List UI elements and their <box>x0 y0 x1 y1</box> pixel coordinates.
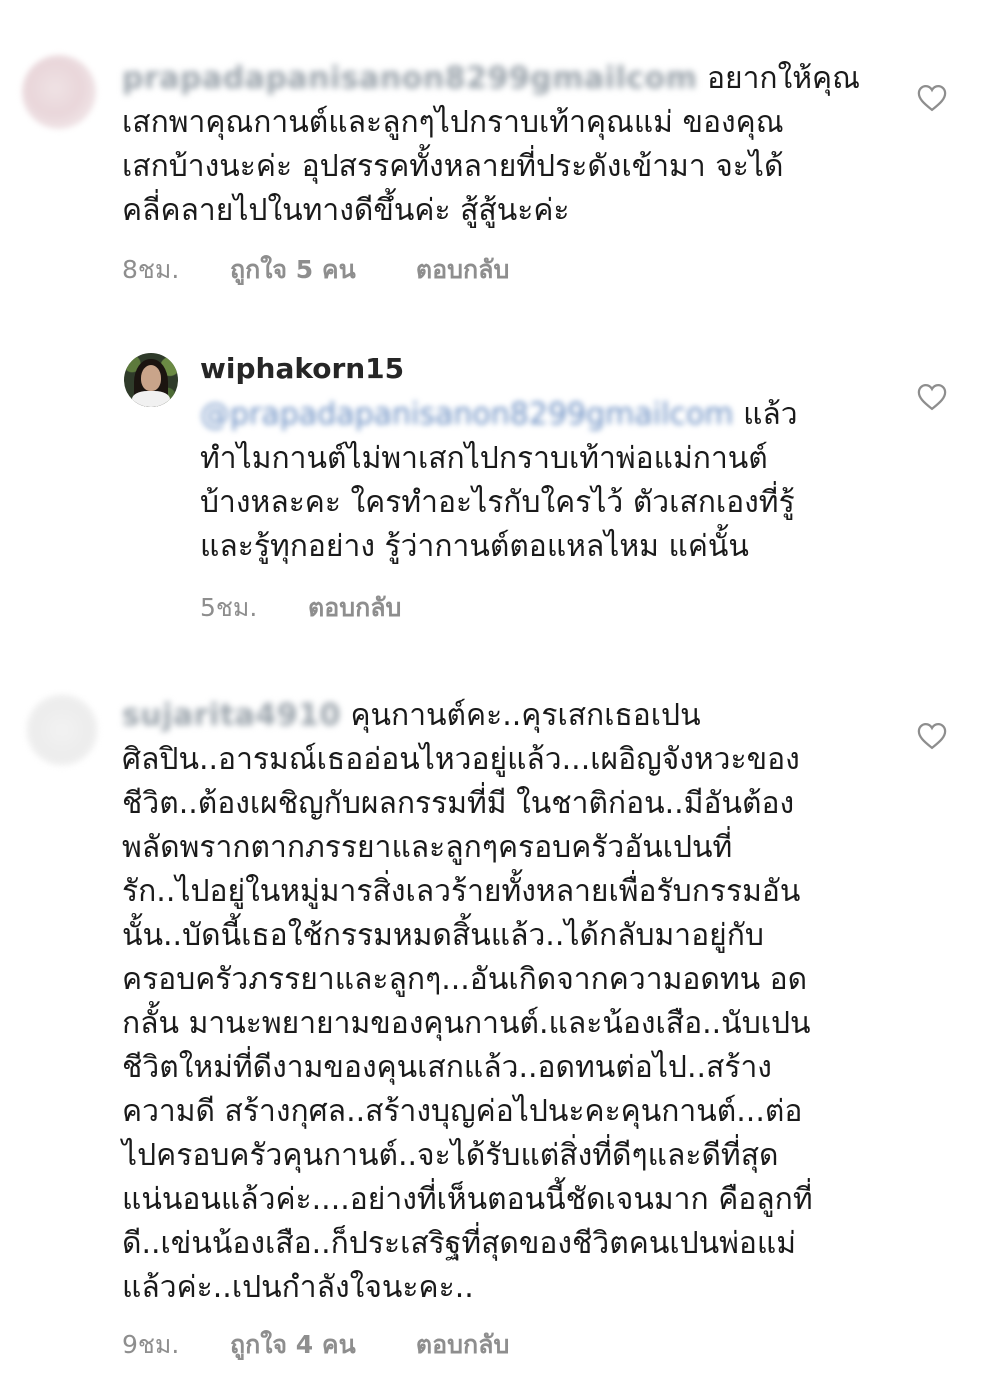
comment-line: ความดี สร้างกุศล..สร้างบุญค่อไปนะคะคุนกา… <box>122 1094 803 1129</box>
avatar[interactable] <box>26 694 98 766</box>
comment-line: อยากให้คุณ <box>706 61 860 96</box>
comment-meta: 5ชม. ตอบกลับ <box>200 588 401 628</box>
comment-line: เสกพาคุณกานต์และลูกๆไปกราบเท้าคุณแม่ ของ… <box>122 105 784 140</box>
comment-text: prapadapanisanon8299gmailcom อยากให้คุณ … <box>122 57 860 233</box>
comment-line: แล้ว <box>743 397 798 432</box>
comment-meta: 8ชม. ถูกใจ 5 คน ตอบกลับ <box>122 250 509 290</box>
heart-outline-icon[interactable] <box>917 383 947 411</box>
heart-outline-icon[interactable] <box>917 722 947 750</box>
heart-outline-icon[interactable] <box>917 84 947 112</box>
like-count[interactable]: ถูกใจ 4 คน <box>230 1325 408 1365</box>
comment-meta: 9ชม. ถูกใจ 4 คน ตอบกลับ <box>122 1325 509 1365</box>
comment-line: ทำไมกานต์ไม่พาเสกไปกราบเท้าพ่อแม่กานต์ <box>200 441 768 476</box>
comment-time: 5ชม. <box>200 593 258 622</box>
comment-line: ชีวิตใหม่ที่ดีงามของคุนเสกแล้ว..อดทนต่อไ… <box>122 1050 772 1085</box>
comment-line: ครอบครัวภรรยาและลูกๆ...อันเกิดจากความอดท… <box>122 962 808 997</box>
comment-line: คุนกานต์คะ..คุรเสกเธอเปน <box>350 698 701 733</box>
comment-line: ศิลปิน..อารมณ์เธออ่อนไหวอยู่แล้ว...เผอิญ… <box>122 742 800 777</box>
username[interactable]: wiphakorn15 <box>200 352 404 385</box>
comment-line: ดี..เข่นน้องเสือ..ก็ประเสริฐที่สุดของชีว… <box>122 1226 797 1261</box>
comment-line: กลั้น มานะพยายามของคุนกานต์.และน้องเสือ.… <box>122 1006 811 1041</box>
comment-line: แน่นอนแล้วค่ะ....อย่างที่เห็นตอนนี้ชัดเจ… <box>122 1182 813 1217</box>
comment-time: 9ชม. <box>122 1330 180 1359</box>
comment-line: และรู้ทุกอย่าง รู้ว่ากานต์ตอแหลไหม แค่นั… <box>200 529 749 564</box>
comment-line: เสกบ้างนะค่ะ อุปสรรคทั้งหลายที่ประดังเข้… <box>122 149 784 184</box>
like-count[interactable]: ถูกใจ 5 คน <box>230 250 408 290</box>
comment-line: ไปครอบครัวคุนกานต์..จะได้รับแต่สิ่งที่ดี… <box>122 1138 779 1173</box>
comment-text: @prapadapanisanon8299gmailcom แล้ว ทำไมก… <box>200 393 798 569</box>
comment-line: พลัดพรากตากภรรยาและลูกๆครอบครัวอันเปนที่ <box>122 830 733 865</box>
reply-button[interactable]: ตอบกลับ <box>416 1325 509 1365</box>
comment-line: บ้างหละคะ ใครทำอะไรกับใครไว้ ตัวเสกเองที… <box>200 485 795 520</box>
mention-link[interactable]: @prapadapanisanon8299gmailcom <box>200 397 734 432</box>
comment-line: คลี่คลายไปในทางดีขึ้นค่ะ สู้สู้นะค่ะ <box>122 193 570 228</box>
avatar[interactable] <box>124 353 178 407</box>
comment-line: นั้น..บัดนี้เธอใช้กรรมหมดสิ้นแล้ว..ได้กล… <box>122 918 764 953</box>
comment-line: รัก..ไปอยู่ในหมู่มารสิ่งเลวร้ายทั้งหลายเ… <box>122 874 801 909</box>
reply-button[interactable]: ตอบกลับ <box>308 588 401 628</box>
username-blurred[interactable]: prapadapanisanon8299gmailcom <box>122 61 697 96</box>
comment-line: ชีวิต..ต้องเผชิญกับผลกรรมที่มี ในชาติก่อ… <box>122 786 795 821</box>
comment-time: 8ชม. <box>122 255 180 284</box>
comment-line: แล้วค่ะ..เปนกำลังใจนะคะ.. <box>122 1270 474 1305</box>
reply-button[interactable]: ตอบกลับ <box>416 250 509 290</box>
username-blurred[interactable]: sujarita4910 <box>122 698 341 733</box>
avatar[interactable] <box>22 55 96 129</box>
comment-text: sujarita4910 คุนกานต์คะ..คุรเสกเธอเปน ศิ… <box>122 694 813 1310</box>
